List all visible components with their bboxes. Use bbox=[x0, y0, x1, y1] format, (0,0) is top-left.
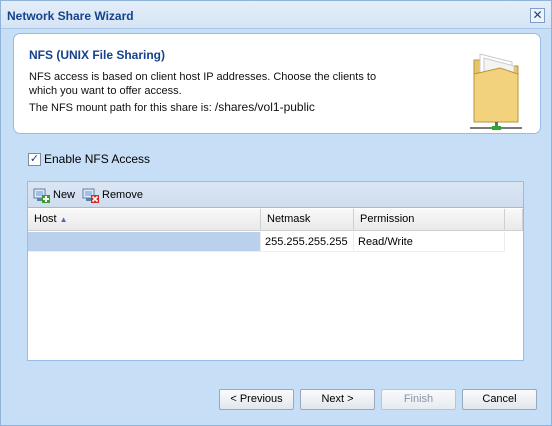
table-cell-host[interactable] bbox=[28, 232, 261, 252]
previous-button[interactable]: < Previous bbox=[219, 389, 294, 410]
column-header-filler bbox=[505, 209, 523, 231]
table-cell-permission[interactable]: Read/Write bbox=[354, 232, 505, 252]
column-header-permission-label: Permission bbox=[360, 213, 415, 225]
table-cell-netmask[interactable]: 255.255.255.255 bbox=[261, 232, 354, 252]
column-header-host-label: Host bbox=[34, 213, 57, 225]
grid-toolbar: New Remove bbox=[28, 182, 523, 208]
cancel-button[interactable]: Cancel bbox=[462, 389, 537, 410]
hosts-grid: New Remove Host ▲ Netmask Permission 255… bbox=[27, 181, 524, 361]
header-panel: NFS (UNIX File Sharing) NFS access is ba… bbox=[13, 33, 541, 134]
enable-nfs-label[interactable]: Enable NFS Access bbox=[44, 152, 150, 166]
finish-button[interactable]: Finish bbox=[381, 389, 456, 410]
column-header-netmask[interactable]: Netmask bbox=[261, 209, 354, 231]
title-bar: Network Share Wizard ✕ bbox=[1, 1, 551, 29]
mount-path-text: The NFS mount path for this share is: /s… bbox=[29, 100, 315, 114]
remove-button[interactable]: Remove bbox=[82, 187, 144, 204]
column-header-permission[interactable]: Permission bbox=[354, 209, 505, 231]
enable-nfs-checkbox[interactable]: ✓ bbox=[28, 153, 41, 166]
close-icon[interactable]: ✕ bbox=[530, 8, 545, 23]
add-host-icon bbox=[33, 188, 50, 203]
section-description: NFS access is based on client host IP ad… bbox=[29, 71, 377, 97]
column-header-netmask-label: Netmask bbox=[267, 213, 311, 225]
mount-path-label: The NFS mount path for this share is: bbox=[29, 102, 212, 114]
new-button[interactable]: New bbox=[33, 187, 77, 204]
remove-button-label: Remove bbox=[102, 189, 143, 201]
folder-share-icon bbox=[470, 53, 522, 130]
mount-path-value: /shares/vol1-public bbox=[214, 100, 315, 114]
section-title: NFS (UNIX File Sharing) bbox=[29, 48, 166, 62]
new-button-label: New bbox=[53, 189, 76, 201]
window-title: Network Share Wizard bbox=[7, 9, 134, 23]
next-button[interactable]: Next > bbox=[300, 389, 375, 410]
column-header-host[interactable]: Host ▲ bbox=[28, 209, 261, 231]
wizard-window: Network Share Wizard ✕ NFS (UNIX File Sh… bbox=[0, 0, 552, 426]
sort-ascending-icon: ▲ bbox=[59, 215, 68, 224]
remove-host-icon bbox=[82, 188, 99, 203]
